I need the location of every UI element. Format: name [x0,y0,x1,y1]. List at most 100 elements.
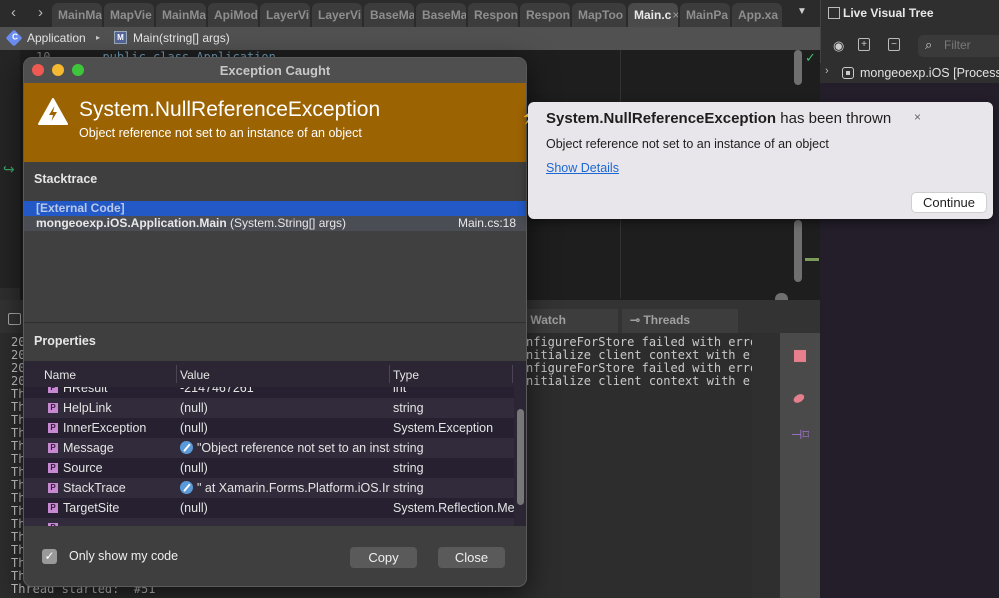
property-type: System.Reflection.Me [393,501,514,515]
output-scrollbar[interactable] [752,333,780,598]
notification-exception-name: System.NullReferenceException [546,110,777,127]
property-row[interactable]: P InnerException (null) System.Exception [24,418,514,438]
panel-title: Live Visual Tree [843,6,934,20]
property-value: (null) [180,498,390,518]
only-my-code-label: Only show my code [69,549,179,563]
tree-item[interactable]: › mongeoexp.iOS [Process [820,63,999,83]
document-tab[interactable]: MainMa [52,3,102,27]
exception-name: System.NullReferenceException [79,98,381,121]
column-header-type[interactable]: Type [393,368,419,382]
document-tab[interactable]: MainMa [156,3,206,27]
stop-icon[interactable] [794,350,806,362]
dialog-titlebar: Exception Caught [24,58,526,83]
search-icon: ⌕ [925,37,933,52]
breadcrumb-method[interactable]: Main(string[] args) [133,31,230,45]
tab-overflow-chevron-icon[interactable]: ▼ [797,6,807,17]
property-name: InnerException [63,421,147,435]
application-output-icon [8,313,21,325]
tab-threads[interactable]: ⊸ Threads [622,309,738,333]
stack-frame[interactable]: mongeoexp.iOS.Application.Main (System.S… [24,216,526,231]
threads-icon: ⊸ [630,313,641,327]
property-icon: P [48,503,58,513]
forward-arrow-icon[interactable]: › [38,4,43,21]
edit-value-icon[interactable] [180,441,193,454]
copy-button[interactable]: Copy [350,547,417,568]
notification-title: System.NullReferenceException has been t… [546,110,891,127]
property-value-text: " at Xamarin.Forms.Platform.iOS.Ir [197,481,390,495]
property-row[interactable]: P Message "Object reference not set to an … [24,438,514,458]
continue-button[interactable]: Continue [911,192,987,213]
stack-frame[interactable]: [External Code] [24,201,526,216]
overview-marker [805,258,819,261]
expand-all-icon[interactable]: + [858,38,870,51]
column-header-name[interactable]: Name [44,368,76,382]
property-icon: P [48,523,58,526]
column-header-value[interactable]: Value [180,368,210,382]
scrollbar-thumb[interactable] [517,409,524,505]
close-button[interactable]: Close [438,547,505,568]
document-tab[interactable]: MapVie [104,3,154,27]
property-row[interactable]: P StackTrace " at Xamarin.Forms.Platform.i… [24,478,514,498]
property-icon: P [48,423,58,433]
editor-scrollbar-thumb[interactable] [794,220,802,282]
property-value-text: "Object reference not set to an insta [197,441,390,455]
breadcrumb-separator-icon: ▸ [96,33,101,42]
only-my-code-checkbox[interactable]: ✓ [42,549,57,564]
document-tab[interactable]: LayerVi [312,3,362,27]
editor-scrollbar-thumb[interactable] [794,50,802,85]
notification-message: Object reference not set to an instance … [546,137,829,151]
document-tab-bar: ‹ › MainMa MapVie MainMa ApiMod LayerVi Layer… [0,0,820,27]
pin-icon[interactable]: ⊣⌑ [791,427,809,443]
document-tab[interactable]: App.xa [732,3,782,27]
chevron-right-icon[interactable]: › [825,65,829,77]
tab-label: MainPa [686,8,729,22]
tab-watch[interactable]: ⌐ Watch [512,309,618,333]
column-divider[interactable] [389,365,390,383]
filter-input[interactable] [944,38,999,52]
edit-value-icon[interactable] [180,481,193,494]
close-icon[interactable]: × [914,110,921,124]
document-tab[interactable]: Respon [468,3,518,27]
filter-field[interactable]: ⌕ [918,35,999,57]
breadcrumb-class[interactable]: Application [27,31,86,45]
document-tab[interactable]: BaseMa [416,3,466,27]
property-value: " at Xamarin.Forms.Platform.iOS.Ir [180,478,390,498]
exception-banner: System.NullReferenceException Object ref… [24,83,526,162]
output-line: nitialize client context with error E [526,374,780,388]
output-right-column: nfigureForStore failed with error Err nit… [526,336,780,388]
show-details-link[interactable]: Show Details [546,161,619,175]
property-row[interactable]: P [24,518,514,526]
class-icon: C [5,29,23,47]
property-type: string [393,401,424,415]
check-icon: ✓ [805,50,816,65]
document-tab[interactable]: ApiMod [208,3,258,27]
document-tab[interactable]: MainPa [680,3,730,27]
document-tab[interactable]: LayerVi [260,3,310,27]
collapse-all-icon[interactable]: − [888,38,900,51]
column-divider[interactable] [176,365,177,383]
property-name: Source [63,461,103,475]
tab-label: LayerVi [266,8,310,22]
property-row[interactable]: P TargetSite (null) System.Reflection.Me [24,498,514,518]
stack-frame-location: Main.cs:18 [457,216,516,230]
property-value: (null) [180,418,390,438]
tab-label: MapToo [578,8,624,22]
document-tab[interactable]: BaseMa [364,3,414,27]
property-type: System.Exception [393,421,494,435]
notification-title-suffix: has been thrown [776,110,892,127]
document-tab[interactable]: Respon [520,3,570,27]
property-row[interactable]: P HelpLink (null) string [24,398,514,418]
live-visual-tree-panel [820,0,999,598]
property-row[interactable]: P Source (null) string [24,458,514,478]
document-tab[interactable]: MapToo [572,3,626,27]
document-tab[interactable]: Main.c× [628,3,678,27]
tab-label: BaseMa [422,8,466,22]
close-tab-icon[interactable]: × [672,8,678,22]
tab-label: MainMa [162,8,206,22]
back-arrow-icon[interactable]: ‹ [11,4,16,21]
property-value: "Object reference not set to an insta [180,438,390,458]
properties-header: Name Value Type [24,361,526,387]
properties-scrollbar[interactable] [514,387,526,526]
editor-corner [0,288,20,300]
eye-icon[interactable]: ◉ [833,38,844,54]
